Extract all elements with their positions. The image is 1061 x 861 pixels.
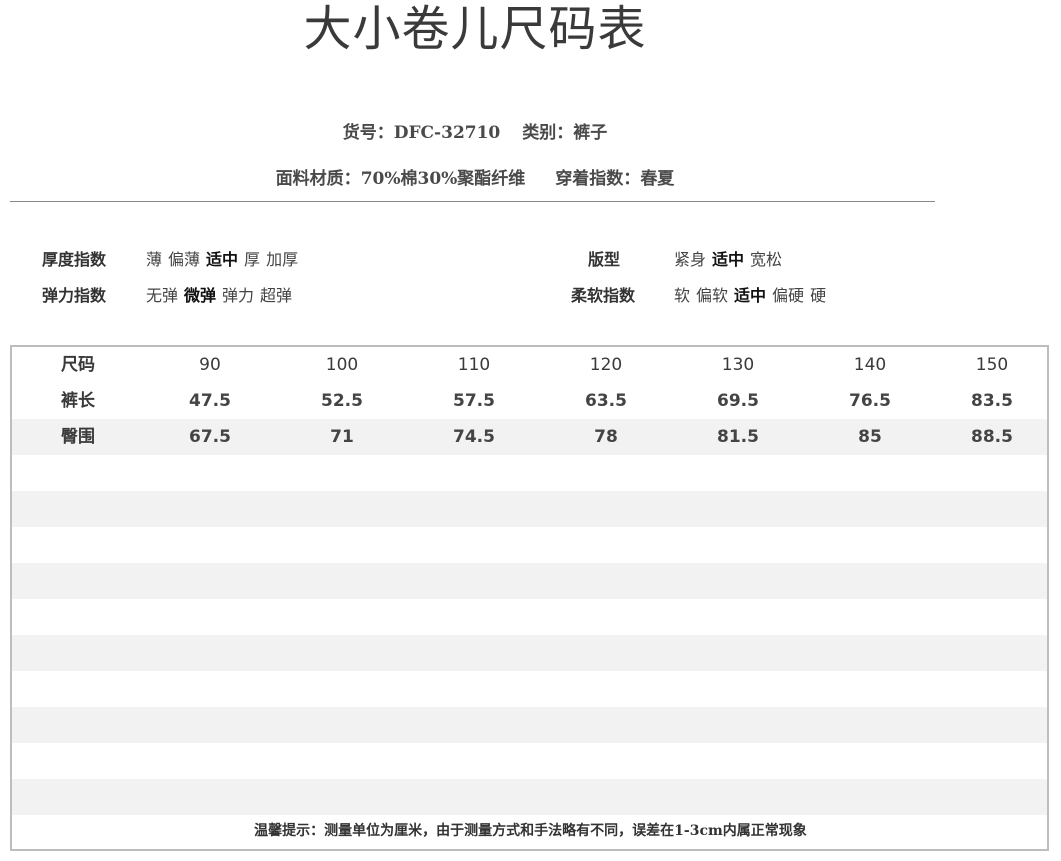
table-row <box>12 707 1047 743</box>
table-row <box>12 563 1047 599</box>
fit-option: 紧身 <box>674 250 707 269</box>
table-cell: 88.5 <box>971 427 1013 447</box>
item-no-label: 货号： <box>342 123 394 143</box>
table-cell: 130 <box>721 355 755 375</box>
table-cell: 150 <box>975 355 1009 375</box>
softness-option: 适中 <box>734 286 767 305</box>
softness-label: 柔软指数 <box>571 286 636 305</box>
softness-options: 软偏软 适中 偏硬硬 <box>674 282 832 306</box>
table-row <box>12 743 1047 779</box>
table-cell: 52.5 <box>321 391 363 411</box>
table-cell: 85 <box>858 427 882 447</box>
table-row <box>12 779 1047 815</box>
thickness-option: 加厚 <box>266 250 299 269</box>
size-table: 尺码 90 100 110 120 130 140 150 裤长 47.5 52.5 57.5 63.5… <box>10 345 1049 851</box>
table-cell: 57.5 <box>453 391 495 411</box>
table-cell: 110 <box>457 355 491 375</box>
table-cell: 140 <box>853 355 887 375</box>
table-row <box>12 491 1047 527</box>
table-cell: 69.5 <box>717 391 759 411</box>
thickness-label: 厚度指数 <box>42 250 107 269</box>
softness-option: 偏硬 <box>772 286 805 305</box>
thickness-option: 厚 <box>244 250 261 269</box>
table-cell: 90 <box>199 355 221 375</box>
season-value: 春夏 <box>640 169 675 189</box>
thickness-option: 薄 <box>146 250 163 269</box>
season-label: 穿着指数： <box>555 169 641 189</box>
fit-options: 紧身 适中 宽松 <box>674 246 788 270</box>
elasticity-option: 无弹 <box>146 286 179 305</box>
fit-label: 版型 <box>588 250 621 269</box>
info-line-fabric: 面料材质：70%棉30%聚酯纤维 穿着指数：春夏 <box>0 164 950 189</box>
info-line-item: 货号：DFC-32710 类别：裤子 <box>0 118 950 143</box>
elasticity-option: 弹力 <box>222 286 255 305</box>
table-header-row: 尺码 90 100 110 120 130 140 150 <box>12 347 1047 383</box>
elasticity-option: 微弹 <box>184 286 217 305</box>
table-cell: 78 <box>594 427 618 447</box>
table-cell: 74.5 <box>453 427 495 447</box>
table-row: 臀围 67.5 71 74.5 78 81.5 85 88.5 <box>12 419 1047 455</box>
fabric-value: 70%棉30%聚酯纤维 <box>360 169 526 189</box>
divider <box>10 201 935 202</box>
tip-text: 温馨提示：测量单位为厘米，由于测量方式和手法略有不同，误差在1-3cm内属正常现… <box>254 823 807 839</box>
table-cell: 63.5 <box>585 391 627 411</box>
softness-option: 硬 <box>810 286 827 305</box>
elasticity-label: 弹力指数 <box>42 286 107 305</box>
softness-option: 软 <box>674 286 691 305</box>
table-cell: 120 <box>589 355 623 375</box>
page-title: 大小卷儿尺码表 <box>303 1 647 57</box>
thickness-option: 偏薄 <box>168 250 201 269</box>
elasticity-option: 超弹 <box>260 286 293 305</box>
table-row <box>12 671 1047 707</box>
thickness-option: 适中 <box>206 250 239 269</box>
row-label-cell: 尺码 <box>61 355 95 375</box>
table-row <box>12 527 1047 563</box>
table-row <box>12 455 1047 491</box>
table-cell: 71 <box>330 427 354 447</box>
category-label: 类别： <box>522 123 574 143</box>
table-cell: 83.5 <box>971 391 1013 411</box>
category-value: 裤子 <box>573 123 608 143</box>
table-row <box>12 599 1047 635</box>
row-label-cell: 裤长 <box>61 391 95 411</box>
fit-option: 宽松 <box>750 250 783 269</box>
table-row <box>12 635 1047 671</box>
fit-option: 适中 <box>712 250 745 269</box>
row-label-cell: 臀围 <box>61 427 95 447</box>
table-cell: 67.5 <box>189 427 231 447</box>
table-row: 裤长 47.5 52.5 57.5 63.5 69.5 76.5 83.5 <box>12 383 1047 419</box>
table-cell: 76.5 <box>849 391 891 411</box>
softness-option: 偏软 <box>696 286 729 305</box>
fabric-label: 面料材质： <box>275 169 361 189</box>
table-cell: 100 <box>325 355 359 375</box>
elasticity-options: 无弹 微弹 弹力 超弹 <box>146 282 298 306</box>
thickness-options: 薄偏薄 适中厚加厚 <box>146 246 304 270</box>
table-cell: 81.5 <box>717 427 759 447</box>
table-cell: 47.5 <box>189 391 231 411</box>
item-no-value: DFC-32710 <box>393 123 501 143</box>
